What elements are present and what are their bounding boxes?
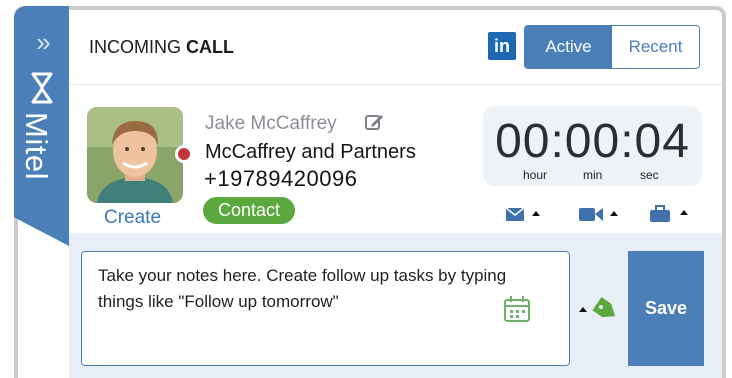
video-icon[interactable]: [578, 205, 624, 223]
create-contact-link[interactable]: Create: [104, 207, 161, 229]
caller-company: McCaffrey and Partners: [205, 141, 416, 163]
timer-unit-sec: sec: [640, 168, 659, 182]
expand-chevron-icon[interactable]: »: [14, 29, 69, 55]
tab-recent[interactable]: Recent: [612, 26, 699, 68]
call-timer: 00:00:04 hour min sec: [483, 106, 702, 186]
notes-placeholder: Take your notes here. Create follow up t…: [98, 266, 507, 311]
email-icon[interactable]: [505, 205, 545, 223]
caller-name: Jake McCaffrey: [205, 113, 337, 134]
header: INCOMING CALL in Active Recent: [69, 10, 722, 85]
notes-field[interactable]: Take your notes here. Create follow up t…: [81, 251, 570, 366]
edit-icon[interactable]: [364, 112, 384, 132]
contact-badge[interactable]: Contact: [203, 197, 295, 224]
timer-unit-min: min: [583, 168, 603, 182]
tab-active[interactable]: Active: [525, 26, 612, 68]
tag-icon[interactable]: [577, 296, 621, 322]
linkedin-icon[interactable]: in: [488, 32, 516, 60]
timer-unit-hour: hour: [523, 168, 548, 182]
calendar-icon[interactable]: [502, 294, 532, 324]
presence-status-dot: [175, 145, 193, 163]
avatar: [87, 107, 183, 203]
call-view-toggle: Active Recent: [524, 25, 700, 69]
save-button[interactable]: Save: [628, 251, 704, 366]
timer-digits: 00:00:04: [495, 115, 690, 168]
page-title: INCOMING CALL: [89, 37, 234, 57]
mitel-logo-icon: [31, 72, 53, 104]
briefcase-icon[interactable]: [648, 205, 694, 223]
caller-phone: +19789420096: [204, 166, 358, 191]
brand-name: Mitel: [19, 112, 54, 180]
